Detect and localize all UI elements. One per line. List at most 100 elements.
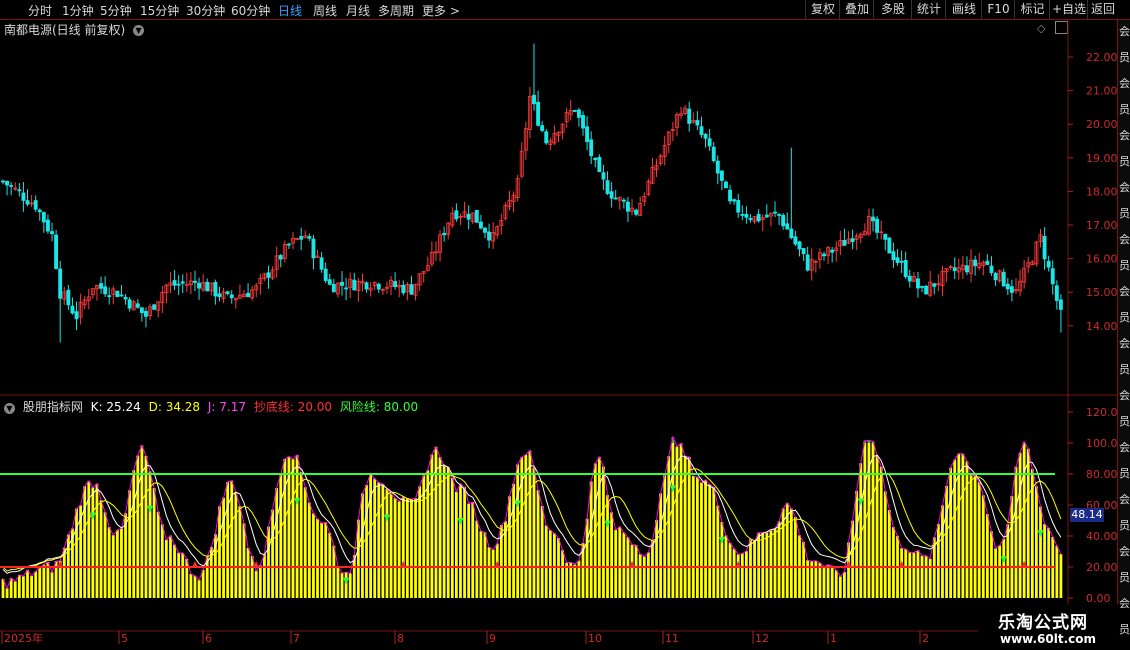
d-value: D: 34.28 — [148, 400, 201, 414]
candle-body — [1009, 286, 1014, 293]
indicator-title[interactable]: ▼ 股朋指标网 K: 25.24 D: 34.28 J: 7.17 抄底线: 2… — [4, 398, 422, 415]
sell-arrow — [604, 520, 611, 528]
indicator-bar — [450, 477, 454, 598]
indicator-bar — [544, 525, 548, 598]
indicator-bar — [369, 473, 373, 598]
candle-body — [773, 211, 777, 214]
sell-arrow — [457, 518, 464, 526]
candle-body — [703, 133, 708, 139]
candle-body — [139, 307, 144, 314]
indicator-bar — [830, 565, 834, 598]
indicator-bar — [442, 465, 446, 598]
candle-body — [37, 209, 42, 213]
indicator-bar — [655, 519, 658, 598]
candle-body — [707, 138, 712, 147]
candle-body — [299, 236, 304, 240]
indicator-bar — [806, 560, 810, 598]
candle-body — [66, 289, 71, 306]
indicator-bar — [487, 547, 491, 598]
indicator-bar — [561, 550, 564, 598]
candle-body — [985, 260, 990, 265]
candle-body — [319, 257, 324, 270]
watermark-line2: www.60lt.com — [1000, 632, 1097, 646]
candle-body — [781, 214, 786, 227]
indicator-bar — [418, 486, 422, 598]
indicator-bar — [671, 443, 675, 598]
chevron-down-icon[interactable]: ▼ — [4, 403, 15, 414]
candle-body — [952, 267, 957, 272]
candle-body — [25, 200, 30, 205]
candle-body — [895, 257, 900, 263]
candle-body — [466, 213, 471, 220]
candle-body — [601, 172, 606, 180]
candle-body — [532, 94, 536, 105]
indicator-bar — [973, 475, 977, 598]
candle-body — [393, 281, 398, 288]
candle-body — [9, 185, 14, 187]
sell-arrow — [343, 577, 350, 585]
indicator-bar — [585, 518, 589, 598]
indicator-bar — [263, 554, 266, 598]
candle-body — [115, 290, 120, 298]
sell-arrow — [383, 514, 390, 522]
candle-body — [903, 260, 908, 277]
indicator-bar — [446, 466, 450, 598]
price-tick-label: 16.00 — [1086, 253, 1118, 266]
indicator-bar — [254, 570, 258, 598]
candle-body — [965, 265, 969, 273]
indicator-bar — [42, 564, 46, 598]
sell-arrow — [514, 500, 521, 508]
x-tick-label: 2 — [922, 632, 929, 645]
candle-body — [887, 237, 892, 254]
sell-arrow — [669, 485, 676, 493]
chart-area[interactable]: 22.00 21.00 20.00 19.00 18.00 17.00 16.00 15.00… — [0, 0, 1130, 650]
indicator-bar — [512, 483, 515, 598]
indicator-bar — [1010, 496, 1014, 598]
candle-body — [311, 238, 316, 259]
current-value-badge: 48.14 — [1070, 508, 1104, 522]
candle-body — [626, 201, 630, 212]
indicator-bar — [5, 588, 9, 598]
indicator-bar — [728, 542, 732, 598]
indicator-bar — [753, 540, 756, 598]
indicator-bar — [218, 506, 221, 598]
indicator-bar — [667, 456, 671, 598]
side-panel-text: 会 — [1119, 181, 1130, 194]
indicator-bar — [152, 487, 156, 598]
indicator-bar — [26, 569, 29, 598]
indicator-bar — [883, 491, 887, 598]
indicator-bar — [928, 558, 932, 598]
candle-body — [850, 238, 855, 243]
candle-body — [891, 251, 896, 261]
candle-body — [193, 280, 197, 283]
indicator-bar — [1022, 443, 1026, 598]
price-tick-label: 18.00 — [1086, 185, 1118, 198]
candle-body — [621, 199, 626, 202]
indicator-bar — [765, 532, 769, 598]
side-panel-text: 会 — [1119, 233, 1130, 246]
price-tick-label: 22.00 — [1086, 51, 1118, 64]
indicator-bar — [508, 496, 511, 598]
side-panel-text: 员 — [1119, 623, 1130, 636]
indicator-bar — [516, 464, 520, 598]
indicator-bar — [553, 533, 556, 598]
candle-body — [364, 282, 369, 290]
indicator-name: 股朋指标网 — [22, 400, 83, 414]
side-panel-text: 会 — [1119, 337, 1130, 350]
candle-body — [801, 248, 806, 255]
candle-body — [797, 241, 802, 250]
candle-body — [58, 268, 63, 299]
sell-arrow — [1000, 556, 1007, 564]
candle-body — [830, 249, 835, 253]
indicator-bar — [312, 513, 315, 598]
indicator-bar — [945, 485, 948, 598]
indicator-bar — [994, 548, 997, 598]
side-panel-text: 会 — [1119, 285, 1130, 298]
sell-arrow — [857, 498, 864, 506]
candle-body — [483, 227, 487, 233]
side-panel-text: 员 — [1119, 259, 1130, 272]
candle-body — [454, 210, 459, 220]
indicator-bar — [924, 555, 928, 598]
indicator-bar — [156, 511, 160, 598]
candle-body — [74, 311, 79, 320]
